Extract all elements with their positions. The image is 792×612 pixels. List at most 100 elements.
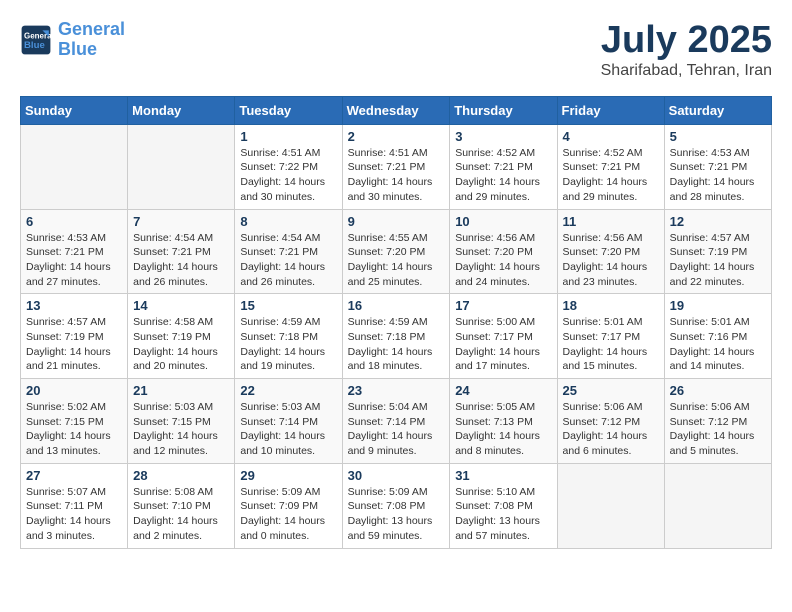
day-number: 13 [26,298,122,313]
calendar-cell: 22Sunrise: 5:03 AMSunset: 7:14 PMDayligh… [235,379,342,464]
day-number: 25 [563,383,659,398]
logo-blue: Blue [58,39,97,59]
day-number: 28 [133,468,229,483]
logo-text: General Blue [58,20,125,60]
day-number: 20 [26,383,122,398]
cell-info: Sunrise: 4:51 AMSunset: 7:22 PMDaylight:… [240,146,336,205]
calendar-cell: 6 Sunrise: 4:53 AMSunset: 7:21 PMDaylight… [21,209,128,294]
calendar-cell: 9 Sunrise: 4:55 AMSunset: 7:20 PMDaylight… [342,209,450,294]
day-number: 12 [670,214,766,229]
cell-info: Sunrise: 5:01 AMSunset: 7:17 PMDaylight:… [563,315,659,374]
month-title: July 2025 [601,20,772,62]
day-number: 15 [240,298,336,313]
cell-info: Sunrise: 4:55 AMSunset: 7:20 PMDaylight:… [348,231,445,290]
cell-info: Sunrise: 4:51 AMSunset: 7:21 PMDaylight:… [348,146,445,205]
weekday-header-wednesday: Wednesday [342,96,450,124]
calendar-cell: 30 Sunrise: 5:09 AMSunset: 7:08 PMDayligh… [342,463,450,548]
calendar-header-row: SundayMondayTuesdayWednesdayThursdayFrid… [21,96,772,124]
calendar-cell: 10 Sunrise: 4:56 AMSunset: 7:20 PMDayligh… [450,209,557,294]
weekday-header-friday: Friday [557,96,664,124]
calendar-cell: 27Sunrise: 5:07 AMSunset: 7:11 PMDayligh… [21,463,128,548]
day-number: 19 [670,298,766,313]
cell-info: Sunrise: 4:56 AMSunset: 7:20 PMDaylight:… [455,231,551,290]
cell-info: Sunrise: 5:09 AMSunset: 7:09 PMDaylight:… [240,485,336,544]
cell-info: Sunrise: 4:54 AMSunset: 7:21 PMDaylight:… [240,231,336,290]
day-number: 31 [455,468,551,483]
svg-text:Blue: Blue [24,40,45,51]
day-number: 23 [348,383,445,398]
calendar-cell: 1Sunrise: 4:51 AMSunset: 7:22 PMDaylight… [235,124,342,209]
calendar-cell: 2 Sunrise: 4:51 AMSunset: 7:21 PMDaylight… [342,124,450,209]
cell-info: Sunrise: 4:57 AMSunset: 7:19 PMDaylight:… [26,315,122,374]
day-number: 30 [348,468,445,483]
calendar-cell [128,124,235,209]
calendar-cell: 13 Sunrise: 4:57 AMSunset: 7:19 PMDayligh… [21,294,128,379]
calendar-cell: 8 Sunrise: 4:54 AMSunset: 7:21 PMDaylight… [235,209,342,294]
calendar-table: SundayMondayTuesdayWednesdayThursdayFrid… [20,96,772,549]
calendar-cell: 21 Sunrise: 5:03 AMSunset: 7:15 PMDayligh… [128,379,235,464]
cell-info: Sunrise: 4:54 AMSunset: 7:21 PMDaylight:… [133,231,229,290]
title-block: July 2025 Sharifabad, Tehran, Iran [601,20,772,80]
cell-info: Sunrise: 4:53 AMSunset: 7:21 PMDaylight:… [670,146,766,205]
cell-info: Sunrise: 5:03 AMSunset: 7:15 PMDaylight:… [133,400,229,459]
cell-info: Sunrise: 4:52 AMSunset: 7:21 PMDaylight:… [563,146,659,205]
calendar-cell: 11Sunrise: 4:56 AMSunset: 7:20 PMDayligh… [557,209,664,294]
weekday-header-sunday: Sunday [21,96,128,124]
cell-info: Sunrise: 5:09 AMSunset: 7:08 PMDaylight:… [348,485,445,544]
weekday-header-thursday: Thursday [450,96,557,124]
calendar-cell: 18Sunrise: 5:01 AMSunset: 7:17 PMDayligh… [557,294,664,379]
cell-info: Sunrise: 4:58 AMSunset: 7:19 PMDaylight:… [133,315,229,374]
calendar-cell: 15Sunrise: 4:59 AMSunset: 7:18 PMDayligh… [235,294,342,379]
cell-info: Sunrise: 5:10 AMSunset: 7:08 PMDaylight:… [455,485,551,544]
day-number: 21 [133,383,229,398]
cell-info: Sunrise: 5:04 AMSunset: 7:14 PMDaylight:… [348,400,445,459]
calendar-week-2: 6 Sunrise: 4:53 AMSunset: 7:21 PMDaylight… [21,209,772,294]
calendar-cell: 17Sunrise: 5:00 AMSunset: 7:17 PMDayligh… [450,294,557,379]
day-number: 5 [670,129,766,144]
calendar-cell: 29 Sunrise: 5:09 AMSunset: 7:09 PMDayligh… [235,463,342,548]
calendar-cell: 14Sunrise: 4:58 AMSunset: 7:19 PMDayligh… [128,294,235,379]
weekday-header-monday: Monday [128,96,235,124]
calendar-week-5: 27Sunrise: 5:07 AMSunset: 7:11 PMDayligh… [21,463,772,548]
cell-info: Sunrise: 4:53 AMSunset: 7:21 PMDaylight:… [26,231,122,290]
day-number: 4 [563,129,659,144]
day-number: 2 [348,129,445,144]
day-number: 22 [240,383,336,398]
calendar-cell: 20 Sunrise: 5:02 AMSunset: 7:15 PMDayligh… [21,379,128,464]
day-number: 29 [240,468,336,483]
cell-info: Sunrise: 5:08 AMSunset: 7:10 PMDaylight:… [133,485,229,544]
day-number: 11 [563,214,659,229]
logo-icon: General Blue [20,24,52,56]
calendar-cell: 7Sunrise: 4:54 AMSunset: 7:21 PMDaylight… [128,209,235,294]
calendar-cell: 16Sunrise: 4:59 AMSunset: 7:18 PMDayligh… [342,294,450,379]
calendar-cell: 5 Sunrise: 4:53 AMSunset: 7:21 PMDaylight… [664,124,771,209]
logo: General Blue General Blue [20,20,125,60]
calendar-cell: 3 Sunrise: 4:52 AMSunset: 7:21 PMDaylight… [450,124,557,209]
calendar-cell: 26 Sunrise: 5:06 AMSunset: 7:12 PMDayligh… [664,379,771,464]
day-number: 10 [455,214,551,229]
calendar-cell: 12 Sunrise: 4:57 AMSunset: 7:19 PMDayligh… [664,209,771,294]
day-number: 9 [348,214,445,229]
calendar-week-3: 13 Sunrise: 4:57 AMSunset: 7:19 PMDayligh… [21,294,772,379]
day-number: 6 [26,214,122,229]
day-number: 17 [455,298,551,313]
cell-info: Sunrise: 5:02 AMSunset: 7:15 PMDaylight:… [26,400,122,459]
calendar-cell: 19 Sunrise: 5:01 AMSunset: 7:16 PMDayligh… [664,294,771,379]
calendar-cell: 4 Sunrise: 4:52 AMSunset: 7:21 PMDaylight… [557,124,664,209]
calendar-cell: 28 Sunrise: 5:08 AMSunset: 7:10 PMDayligh… [128,463,235,548]
cell-info: Sunrise: 5:05 AMSunset: 7:13 PMDaylight:… [455,400,551,459]
day-number: 3 [455,129,551,144]
calendar-cell: 24 Sunrise: 5:05 AMSunset: 7:13 PMDayligh… [450,379,557,464]
cell-info: Sunrise: 5:01 AMSunset: 7:16 PMDaylight:… [670,315,766,374]
cell-info: Sunrise: 5:06 AMSunset: 7:12 PMDaylight:… [670,400,766,459]
calendar-cell [664,463,771,548]
calendar-cell: 31 Sunrise: 5:10 AMSunset: 7:08 PMDayligh… [450,463,557,548]
cell-info: Sunrise: 4:57 AMSunset: 7:19 PMDaylight:… [670,231,766,290]
cell-info: Sunrise: 4:52 AMSunset: 7:21 PMDaylight:… [455,146,551,205]
calendar-cell: 25 Sunrise: 5:06 AMSunset: 7:12 PMDayligh… [557,379,664,464]
day-number: 24 [455,383,551,398]
day-number: 26 [670,383,766,398]
cell-info: Sunrise: 5:06 AMSunset: 7:12 PMDaylight:… [563,400,659,459]
weekday-header-saturday: Saturday [664,96,771,124]
day-number: 8 [240,214,336,229]
